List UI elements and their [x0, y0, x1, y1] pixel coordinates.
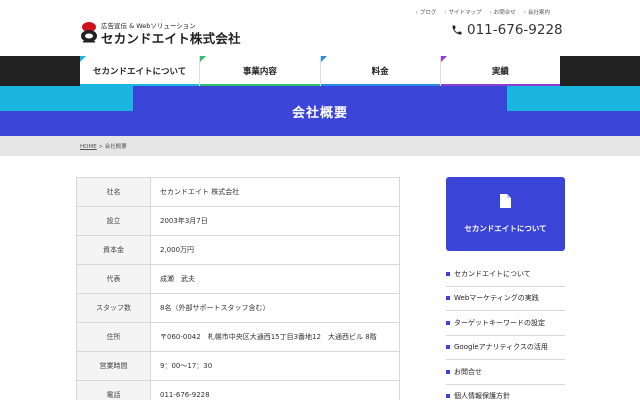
sidebar-item-about[interactable]: セカンドエイトについて [446, 262, 565, 287]
sidebar-menu: セカンドエイトについて Webマーケティングの実践 ターゲットキーワードの設定 … [446, 262, 565, 400]
sidebar-about-card[interactable]: セカンドエイトについて [446, 177, 565, 251]
page-title: 会社概要 [291, 105, 348, 121]
nav-item-services[interactable]: 事業内容 [200, 56, 321, 86]
row-value: 成瀬 武夫 [150, 264, 400, 294]
row-value: 2,000万円 [150, 235, 400, 265]
breadcrumb-bar: HOME > 会社概要 [0, 136, 640, 156]
row-label: 代表 [76, 264, 151, 294]
company-info-table: 社名 セカンドエイト 株式会社 設立 2003年3月7日 資本金 2,000万円… [76, 177, 400, 400]
global-nav: セカンドエイトについて 事業内容 料金 実績 [0, 56, 640, 86]
row-label: 営業時間 [76, 351, 151, 381]
site-header: 広告宣伝 & Webソリューション セカンドエイト株式会社 ブログ サイトマップ… [0, 0, 640, 56]
header-phone[interactable]: 011-676-9228 [451, 22, 563, 38]
nav-item-about[interactable]: セカンドエイトについて [80, 56, 201, 86]
table-row: スタッフ数 8名（外部サポートスタッフ含む） [76, 293, 400, 323]
top-links: ブログ サイトマップ お問合せ 会社案内 [416, 8, 550, 16]
bullet-icon [446, 320, 450, 325]
sidebar-item-contact[interactable]: お問合せ [446, 360, 565, 385]
bullet-icon [446, 296, 450, 301]
row-value: 〒060-0042 札幌市中央区大通西15丁目3番地12 大通西ビル 8階 [150, 322, 400, 352]
row-label: 資本金 [76, 235, 151, 265]
toplink-company[interactable]: 会社案内 [524, 8, 550, 16]
logo-company-name[interactable]: セカンドエイト株式会社 [101, 28, 241, 47]
page-hero: 会社概要 [0, 86, 640, 136]
sidebar-card-title: セカンドエイトについて [464, 224, 547, 233]
table-row: 電話 011-676-9228 [76, 380, 400, 400]
nav-item-works[interactable]: 実績 [440, 56, 560, 86]
toplink-blog[interactable]: ブログ [416, 8, 437, 16]
logo-mark-icon[interactable] [80, 21, 98, 43]
row-value: 011-676-9228 [150, 380, 400, 400]
table-row: 代表 成瀬 武夫 [76, 264, 400, 294]
bullet-icon [446, 345, 450, 350]
table-row: 設立 2003年3月7日 [76, 206, 400, 236]
row-value: 2003年3月7日 [150, 206, 400, 236]
row-value: 8名（外部サポートスタッフ含む） [150, 293, 400, 323]
breadcrumb-home[interactable]: HOME [80, 144, 97, 150]
row-label: 電話 [76, 380, 151, 400]
toplink-sitemap[interactable]: サイトマップ [444, 8, 482, 16]
row-label: 設立 [76, 206, 151, 236]
bullet-icon [446, 271, 450, 276]
document-icon [500, 194, 511, 208]
breadcrumb-separator: > [98, 144, 104, 150]
table-row: 営業時間 9：00〜17：30 [76, 351, 400, 381]
row-value: 9：00〜17：30 [150, 351, 400, 381]
table-row: 社名 セカンドエイト 株式会社 [76, 177, 400, 207]
sidebar-item-keywords[interactable]: ターゲットキーワードの設定 [446, 311, 565, 336]
table-row: 資本金 2,000万円 [76, 235, 400, 265]
nav-item-pricing[interactable]: 料金 [320, 56, 441, 86]
row-label: 住所 [76, 322, 151, 352]
breadcrumb-current: 会社概要 [104, 144, 127, 150]
phone-icon [452, 25, 462, 35]
sidebar-item-analytics[interactable]: Googleアナリティクスの活用 [446, 336, 565, 360]
phone-number: 011-676-9228 [467, 22, 563, 38]
row-label: 社名 [76, 177, 151, 207]
row-value: セカンドエイト 株式会社 [150, 177, 400, 207]
row-label: スタッフ数 [76, 293, 151, 323]
bullet-icon [446, 394, 450, 399]
breadcrumb: HOME > 会社概要 [80, 142, 127, 150]
sidebar-item-web-marketing[interactable]: Webマーケティングの実践 [446, 287, 565, 311]
table-row: 住所 〒060-0042 札幌市中央区大通西15丁目3番地12 大通西ビル 8階 [76, 322, 400, 352]
toplink-contact[interactable]: お問合せ [490, 8, 516, 16]
sidebar-item-privacy[interactable]: 個人情報保護方針 [446, 385, 565, 400]
bullet-icon [446, 369, 450, 374]
